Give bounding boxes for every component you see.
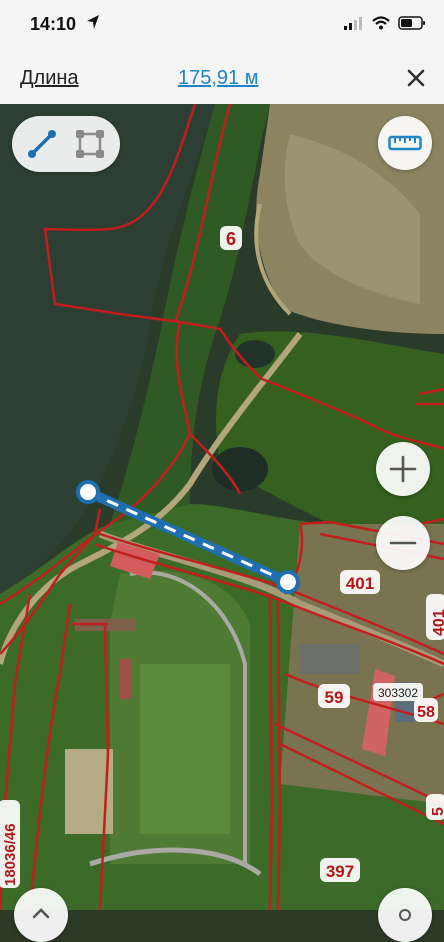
wifi-icon: [372, 16, 390, 30]
svg-text:303302: 303302: [378, 686, 418, 700]
zoom-in-button[interactable]: [376, 442, 430, 496]
battery-icon: [398, 16, 425, 30]
parcel-label-18036-46: 18036/46: [0, 800, 20, 888]
measure-header: Длина 175,91 м: [0, 52, 444, 105]
status-bar: 14:10: [0, 0, 444, 52]
close-icon: [407, 69, 425, 87]
measure-length-value[interactable]: 175,91 м: [178, 67, 258, 90]
satellite-map[interactable]: 6 401 59 303302 58 397 18036/46 401 5: [0, 104, 444, 910]
parcel-label-397: 397: [320, 858, 360, 882]
plus-icon: [389, 455, 417, 483]
parcel-label-303302: 303302: [373, 683, 423, 701]
measure-end-handle: [276, 570, 300, 594]
status-time: 14:10: [30, 14, 77, 34]
location-button[interactable]: [378, 888, 432, 942]
svg-text:5: 5: [430, 807, 444, 816]
svg-text:18036/46: 18036/46: [2, 823, 19, 886]
measure-start-handle: [76, 480, 100, 504]
signal-icon: [344, 17, 362, 30]
ruler-icon: [388, 135, 422, 151]
location-arrow-icon: [87, 15, 99, 29]
close-button[interactable]: [400, 62, 432, 94]
parcel-label-6: 6: [220, 226, 242, 250]
svg-text:58: 58: [417, 704, 435, 721]
chevron-up-icon: [32, 908, 50, 919]
svg-text:6: 6: [226, 229, 236, 249]
layers-button[interactable]: [14, 888, 68, 942]
measure-tool-toggle: [12, 116, 120, 172]
map-canvas[interactable]: 6 401 59 303302 58 397 18036/46 401 5: [0, 104, 444, 910]
parcel-label-59: 59: [318, 684, 350, 708]
parcel-label-5: 5: [426, 794, 444, 820]
svg-text:397: 397: [326, 862, 354, 881]
zoom-out-button[interactable]: [376, 516, 430, 570]
svg-text:59: 59: [325, 688, 344, 707]
parcel-label-58: 58: [414, 698, 438, 722]
ruler-button[interactable]: [378, 116, 432, 170]
line-tool-button[interactable]: [22, 124, 62, 164]
area-tool-button[interactable]: [70, 124, 110, 164]
parcel-label-401a: 401: [340, 570, 380, 594]
minus-icon: [389, 541, 417, 545]
area-measure-icon: [76, 130, 104, 158]
svg-text:401: 401: [431, 609, 444, 636]
line-measure-icon: [28, 130, 56, 158]
parcel-label-401b: 401: [426, 594, 444, 640]
svg-text:401: 401: [346, 574, 374, 593]
measure-mode-label[interactable]: Длина: [20, 67, 79, 90]
locate-icon: [399, 909, 411, 921]
status-icons: [344, 16, 426, 30]
